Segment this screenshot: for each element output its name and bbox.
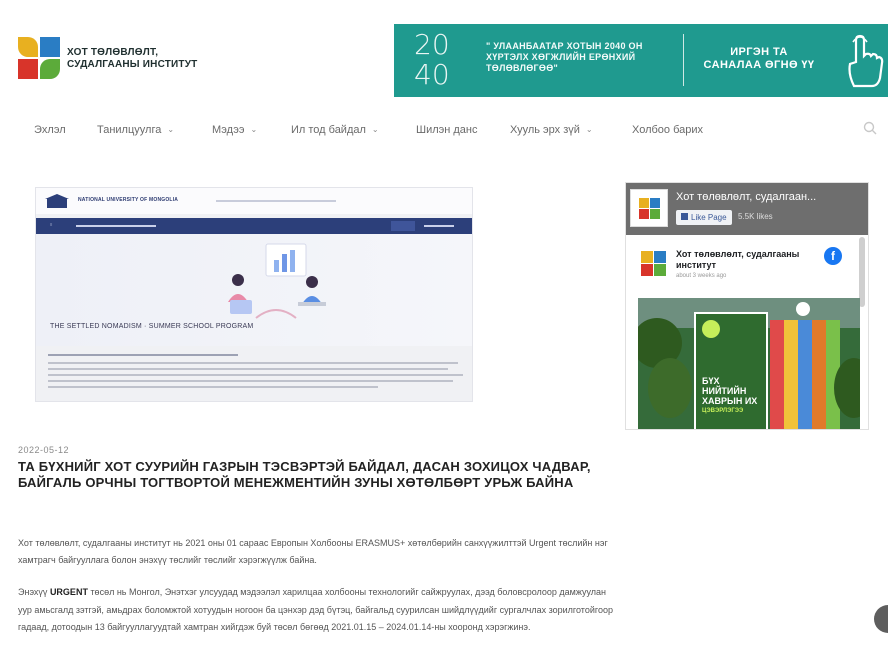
- featured-hero-title: THE SETTLED NOMADISM · SUMMER SCHOOL PRO…: [50, 323, 254, 330]
- logo-square-green: [40, 59, 60, 79]
- students-illustration: [228, 243, 326, 319]
- featured-text-line: [48, 386, 378, 388]
- university-name: NATIONAL UNIVERSITY OF MONGOLIA: [78, 197, 179, 203]
- featured-image[interactable]: NATIONAL UNIVERSITY OF MONGOLIA ≡ THE SE…: [35, 187, 473, 402]
- nav-item-news[interactable]: Мэдээ ⌄: [212, 124, 257, 136]
- banner-slogan: " УЛААНБААТАР ХОТЫН 2040 ОН ХҮРТЭЛХ ХӨГЖ…: [486, 41, 643, 73]
- nav-item-glass-account[interactable]: Шилэн данс: [416, 124, 478, 136]
- nav-item-contact[interactable]: Холбоо барих: [632, 124, 703, 136]
- nav-item-transparency[interactable]: Ил тод байдал ⌄: [291, 124, 379, 136]
- nav-label: Шилэн данс: [416, 124, 478, 136]
- nav-label: Танилцуулга: [97, 124, 162, 136]
- fb-page-avatar[interactable]: [630, 189, 668, 227]
- featured-text-line: [48, 362, 458, 364]
- post-image-building: [798, 320, 812, 429]
- post-image-building: [784, 320, 798, 429]
- university-emblem-icon: [45, 194, 69, 208]
- facebook-page-widget: Хот төлөвлөлт, судалгаан... Like Page 5.…: [625, 182, 869, 430]
- post-image-building: [812, 320, 826, 429]
- navbar-button: [391, 221, 415, 231]
- year-badge: 20 40: [414, 30, 466, 92]
- hand-pointer-icon: [848, 34, 884, 88]
- logo-square-yellow: [18, 37, 38, 57]
- scroll-to-top-button[interactable]: [874, 605, 888, 633]
- year-top: 20: [414, 28, 450, 61]
- p2-bold: URGENT: [49, 587, 88, 597]
- post-image-building: [770, 320, 784, 429]
- fb-post-image[interactable]: БҮХ НИЙТИЙН ХАВРЫН ИХ ЦЭВЭРЛЭГЭЭ: [638, 298, 860, 429]
- menu-icon: ≡: [50, 222, 53, 227]
- nav-label: Мэдээ: [212, 124, 245, 136]
- avatar-square: [654, 264, 666, 276]
- banner-cta[interactable]: ИРГЭН ТА САНАЛАА ӨГНӨ ҮҮ: [686, 46, 832, 72]
- logo-text-line1: ХОТ ТӨЛӨВЛӨЛТ,: [67, 47, 159, 58]
- nav-label: Холбоо барих: [632, 124, 704, 136]
- logo-text-line2: СУДАЛГААНЫ ИНСТИТУТ: [67, 59, 198, 70]
- post-image-card: БҮХ НИЙТИЙН ХАВРЫН ИХ ЦЭВЭРЛЭГЭЭ: [694, 312, 768, 429]
- featured-text-line: [48, 374, 463, 376]
- avatar-square: [654, 251, 666, 263]
- fb-like-page-button[interactable]: Like Page: [676, 210, 732, 225]
- card-text: БҮХ НИЙТИЙН ХАВРЫН ИХ: [702, 376, 757, 406]
- nav-item-law[interactable]: Хууль эрх зүй ⌄: [510, 124, 593, 136]
- facebook-f-icon: [681, 213, 688, 220]
- banner-cta-line2: САНАЛАА ӨГНӨ ҮҮ: [703, 59, 815, 71]
- banner-cta-line1: ИРГЭН ТА: [730, 46, 788, 58]
- avatar-square: [650, 209, 660, 219]
- avatar-square: [641, 251, 653, 263]
- plan-2040-banner[interactable]: 20 40 " УЛААНБААТАР ХОТЫН 2040 ОН ХҮРТЭЛ…: [394, 24, 888, 97]
- fb-page-name[interactable]: Хот төлөвлөлт, судалгаан...: [676, 191, 816, 203]
- logo-text[interactable]: ХОТ ТӨЛӨВЛӨЛТ, СУДАЛГААНЫ ИНСТИТУТ: [67, 47, 197, 71]
- nav-label: Эхлэл: [34, 124, 66, 136]
- chevron-down-icon: ⌄: [371, 125, 379, 134]
- chevron-down-icon: ⌄: [167, 125, 175, 134]
- card-text-line3: ХАВРЫН ИХ: [702, 396, 758, 406]
- fb-like-label: Like Page: [691, 213, 727, 222]
- card-text-line2: НИЙТИЙН: [702, 386, 747, 396]
- fb-post-avatar[interactable]: [641, 251, 667, 277]
- featured-text-line: [48, 368, 448, 370]
- article-title[interactable]: ТА БҮХНИЙГ ХОТ СУУРИЙН ГАЗРЫН ТЭСВЭРТЭЙ …: [18, 459, 598, 491]
- chevron-down-icon: ⌄: [250, 125, 258, 134]
- fb-likes-count: 5.5K likes: [738, 212, 773, 221]
- p2-rest: төсөл нь Монгол, Энэтхэг улсуудад мэдээл…: [18, 587, 613, 632]
- banner-divider: [683, 34, 684, 86]
- avatar-square: [639, 209, 649, 219]
- facebook-logo-icon: f: [824, 247, 842, 265]
- featured-text-line: [48, 354, 238, 356]
- navbar-link: [424, 225, 454, 227]
- logo-square-red: [18, 59, 38, 79]
- main-nav: Эхлэл Танилцуулга ⌄ Мэдээ ⌄ Ил тод байдал ⌄…: [0, 116, 888, 146]
- nav-label: Ил тод байдал: [291, 124, 366, 136]
- facebook-widget-header: Хот төлөвлөлт, судалгаан... Like Page 5.…: [626, 183, 868, 235]
- featured-image-navbar: ≡: [36, 218, 472, 234]
- avatar-square: [650, 198, 660, 208]
- logo[interactable]: [16, 37, 62, 79]
- search-icon[interactable]: [862, 120, 878, 136]
- logo-square-blue: [40, 37, 60, 57]
- featured-text-line: [48, 380, 453, 382]
- post-image-tree: [648, 358, 692, 418]
- card-emblem-icon: [702, 320, 720, 338]
- nav-item-home[interactable]: Эхлэл: [34, 124, 66, 136]
- nav-label: Хууль эрх зүй: [510, 124, 580, 136]
- year-bottom: 40: [414, 58, 450, 91]
- avatar-square: [639, 198, 649, 208]
- university-subtitle-line: [216, 200, 336, 202]
- article-paragraph-2: Энэхүү URGENT төсөл нь Монгол, Энэтхэг у…: [18, 584, 613, 637]
- recycle-icon: [796, 302, 810, 316]
- p2-prefix: Энэхүү: [18, 587, 50, 597]
- article-date: 2022-05-12: [18, 445, 70, 455]
- nav-item-about[interactable]: Танилцуулга ⌄: [97, 124, 174, 136]
- fb-widget-scrollbar[interactable]: [859, 237, 865, 307]
- article-paragraph-1: Хот төлөвлөлт, судалгааны институт нь 20…: [18, 538, 608, 565]
- navbar-links: [76, 225, 156, 227]
- fb-post-time: about 3 weeks ago: [676, 273, 727, 279]
- card-text-line1: БҮХ: [702, 376, 720, 386]
- avatar-square: [641, 264, 653, 276]
- chevron-down-icon: ⌄: [585, 125, 593, 134]
- fb-post-author[interactable]: Хот төлөвлөлт, судалгааны институт: [676, 249, 821, 271]
- card-highlight: ЦЭВЭРЛЭГЭЭ: [702, 408, 744, 414]
